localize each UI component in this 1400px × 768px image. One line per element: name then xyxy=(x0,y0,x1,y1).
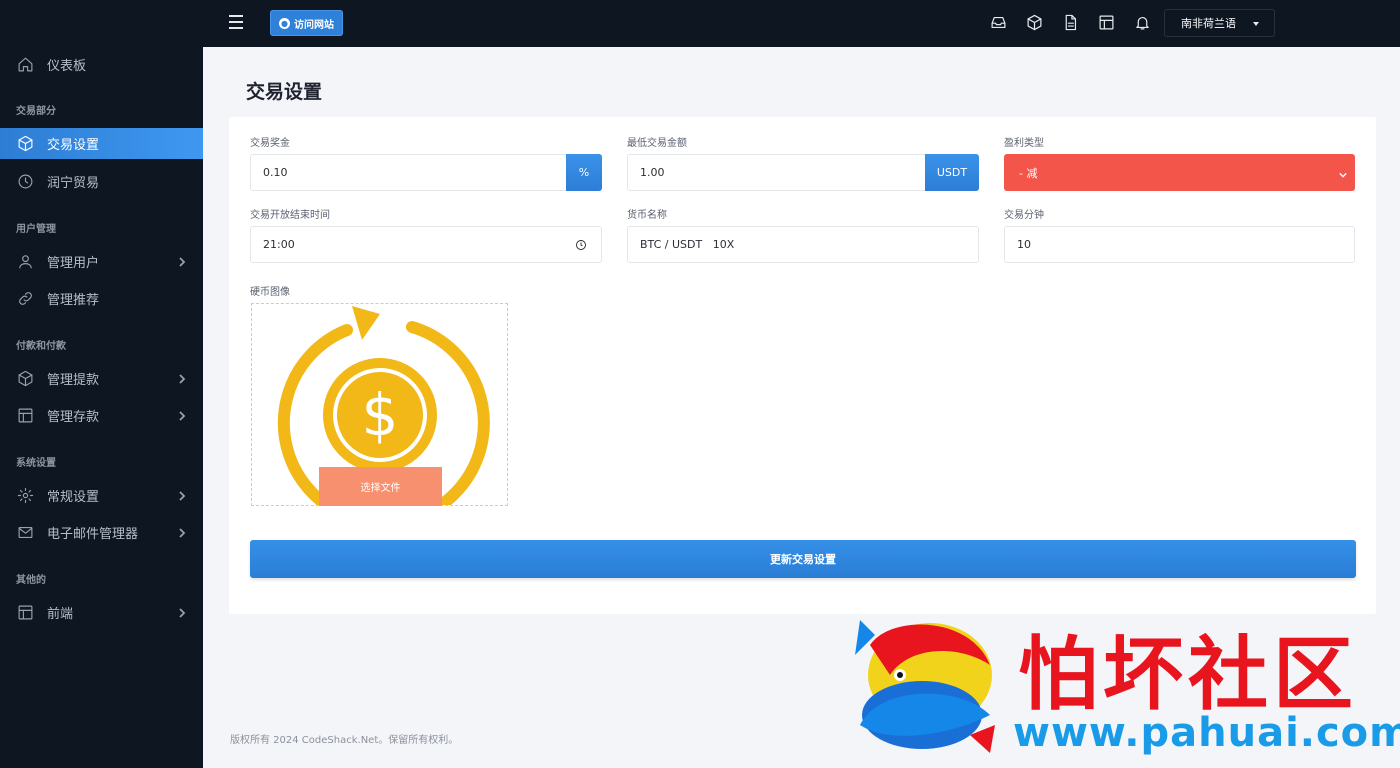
trade-minutes-label: 交易分钟 xyxy=(1004,210,1044,221)
section-heading: 用户管理 xyxy=(16,224,56,235)
table-icon xyxy=(16,406,34,424)
min-amount-value: 1.00 xyxy=(640,166,665,179)
update-trade-settings-button[interactable]: 更新交易设置 xyxy=(250,540,1356,578)
profit-type-value: - 减 xyxy=(1019,166,1038,180)
sidebar-item-trade-settings[interactable]: 交易设置 xyxy=(0,128,203,159)
open-time-label: 交易开放结束时间 xyxy=(250,210,330,221)
sidebar-item-frontend[interactable]: 前端 xyxy=(0,597,203,627)
mail-icon xyxy=(16,523,34,541)
sidebar-item-email-manager[interactable]: 电子邮件管理器 xyxy=(0,517,203,547)
clock-icon xyxy=(16,172,34,190)
gear-icon xyxy=(16,486,34,504)
sidebar-item-general-settings[interactable]: 常规设置 xyxy=(0,480,203,510)
trade-bonus-label: 交易奖金 xyxy=(250,138,290,149)
currency-name-label: 货币名称 xyxy=(627,210,667,221)
chevron-right-icon xyxy=(177,410,187,421)
language-value: 南非荷兰语 xyxy=(1181,17,1236,30)
language-select[interactable]: 南非荷兰语 xyxy=(1164,9,1275,37)
hamburger-menu-icon[interactable] xyxy=(229,15,245,31)
footer-copyright: 版权所有 2024 CodeShack.Net。保留所有权利。 xyxy=(230,735,459,746)
trade-bonus-input[interactable]: 0.10 xyxy=(250,154,567,191)
home-icon xyxy=(16,55,34,73)
percent-addon: % xyxy=(566,154,602,191)
coin-image-upload[interactable]: $ 选择文件 xyxy=(251,303,508,506)
link-icon xyxy=(16,289,34,307)
cube-icon xyxy=(16,135,34,153)
visit-website-button[interactable]: ● 访问网站 xyxy=(270,10,343,36)
section-heading: 交易部分 xyxy=(16,106,56,117)
profit-type-label: 盈利类型 xyxy=(1004,138,1044,149)
trade-minutes-input[interactable]: 10 xyxy=(1004,226,1355,263)
open-time-input[interactable]: 21:00 xyxy=(250,226,602,263)
min-amount-input[interactable]: 1.00 xyxy=(627,154,926,191)
globe-icon: ● xyxy=(279,17,290,29)
sidebar-item-label: 管理提款 xyxy=(47,372,100,388)
sidebar-item-label: 前端 xyxy=(47,606,74,622)
chevron-right-icon xyxy=(177,527,187,538)
document-icon[interactable] xyxy=(1062,14,1080,32)
sidebar-item-trading[interactable]: 润宁贸易 xyxy=(0,166,203,196)
section-heading: 系统设置 xyxy=(16,458,56,469)
chevron-right-icon xyxy=(177,373,187,384)
currency-name-value: BTC / USDT 10X xyxy=(640,238,735,251)
topbar: ● 访问网站 南非荷兰语 xyxy=(203,0,1400,47)
section-heading: 其他的 xyxy=(16,575,46,586)
visit-website-label: 访问网站 xyxy=(294,19,334,31)
chevron-right-icon xyxy=(177,490,187,501)
choose-file-button[interactable]: 选择文件 xyxy=(319,467,442,506)
cube-icon xyxy=(16,369,34,387)
chevron-right-icon xyxy=(177,607,187,618)
layout-icon xyxy=(16,603,34,621)
min-amount-label: 最低交易金额 xyxy=(627,138,687,149)
inbox-icon[interactable] xyxy=(990,14,1008,32)
section-heading: 付款和付款 xyxy=(16,341,66,352)
caret-down-icon xyxy=(1253,22,1259,26)
clock-icon[interactable] xyxy=(575,239,587,251)
bell-icon[interactable] xyxy=(1134,14,1152,32)
sidebar-item-label: 润宁贸易 xyxy=(47,175,100,191)
watermark-logo xyxy=(855,620,995,753)
sidebar-item-label: 管理用户 xyxy=(47,255,100,271)
trade-minutes-value: 10 xyxy=(1017,238,1031,251)
sidebar-item-manage-users[interactable]: 管理用户 xyxy=(0,246,203,276)
sidebar-item-label: 管理存款 xyxy=(47,409,100,425)
usdt-addon: USDT xyxy=(925,154,979,191)
sidebar-item-manage-deposits[interactable]: 管理存款 xyxy=(0,400,203,430)
sidebar-item-dashboard[interactable]: 仪表板 xyxy=(0,49,203,79)
user-icon xyxy=(16,252,34,270)
sidebar-item-manage-referrals[interactable]: 管理推荐 xyxy=(0,283,203,313)
open-time-value: 21:00 xyxy=(263,238,295,251)
chevron-right-icon xyxy=(177,256,187,267)
sidebar-item-manage-withdrawals[interactable]: 管理提款 xyxy=(0,363,203,393)
chevron-down-icon xyxy=(1339,169,1347,178)
sidebar-item-label: 交易设置 xyxy=(47,138,100,153)
cube-icon[interactable] xyxy=(1026,14,1044,32)
currency-name-input[interactable]: BTC / USDT 10X xyxy=(627,226,979,263)
table-icon[interactable] xyxy=(1098,14,1116,32)
sidebar-item-label: 电子邮件管理器 xyxy=(47,526,139,542)
trade-bonus-value: 0.10 xyxy=(263,166,288,179)
sidebar-item-label: 常规设置 xyxy=(47,489,100,505)
page-title: 交易设置 xyxy=(246,81,323,103)
sidebar-item-label: 仪表板 xyxy=(47,58,87,74)
svg-text:$: $ xyxy=(362,381,399,449)
sidebar-item-label: 管理推荐 xyxy=(47,292,100,308)
coin-image-label: 硬币图像 xyxy=(250,287,290,298)
profit-type-select[interactable]: - 减 xyxy=(1004,154,1355,191)
watermark-url: www.pahuai.com xyxy=(1013,710,1400,756)
watermark-title: 怕坏社区 xyxy=(1018,628,1358,721)
sidebar: 仪表板 交易部分 交易设置 润宁贸易 用户管理 管理用户 管理推荐 付款和付款 … xyxy=(0,0,203,768)
